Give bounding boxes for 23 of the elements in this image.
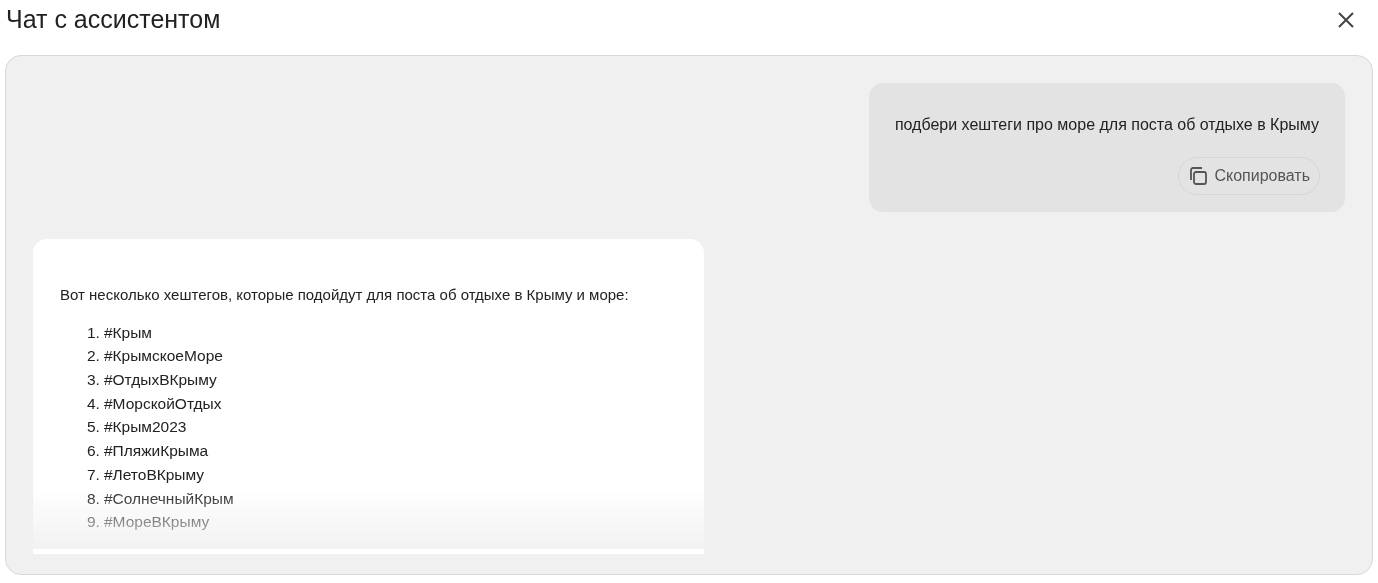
hashtag-text: #ПляжиКрыма [103, 441, 209, 462]
list-number: 6. [87, 441, 100, 462]
list-number: 5. [87, 417, 100, 438]
list-number: 9. [87, 512, 100, 533]
hashtag-text: #ОтдыхВКрыму [103, 370, 217, 391]
list-number: 8. [87, 488, 100, 509]
hashtag-text: #СолнечныйКрым [103, 488, 234, 509]
assistant-message-text: Вот несколько хештегов, которые подойдут для поста об отдыхе в Крыму и море: [60, 285, 630, 305]
hashtag-text: #МореВКрыму [103, 512, 210, 533]
list-number: 7. [87, 464, 100, 485]
hashtag-text: #ЛетоВКрыму [103, 464, 205, 485]
list-number: 2. [87, 346, 100, 367]
dialog-title: Чат с ассистентом [6, 4, 221, 36]
hashtag-text: #МорскойОтдых [103, 393, 222, 414]
list-number: 1. [87, 322, 100, 343]
hashtag-text: #Крым [103, 322, 152, 343]
hashtag-text: #КрымскоеМоре [103, 346, 223, 367]
user-message-text: подбери хештеги про море для поста об отдыхе в Крыму [894, 115, 1319, 135]
close-icon [1337, 11, 1355, 29]
hashtag-text: #Крым2023 [103, 417, 187, 438]
list-number: 4. [87, 393, 100, 414]
list-number: 3. [87, 370, 100, 391]
copy-icon [1188, 166, 1209, 186]
